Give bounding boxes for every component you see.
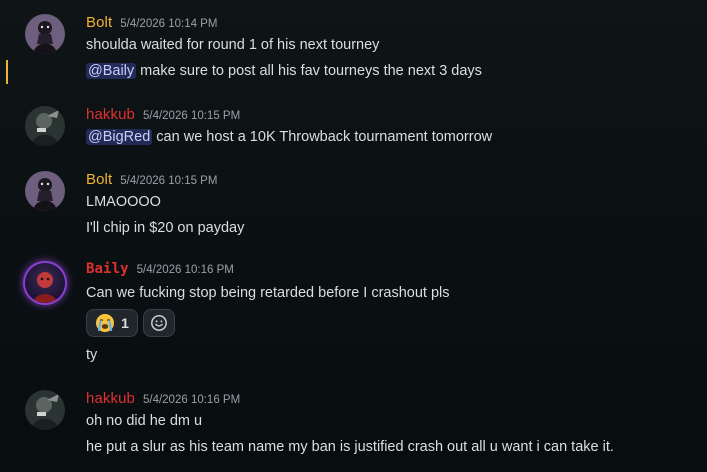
mention-highlight-bar <box>6 60 8 84</box>
timestamp[interactable]: 5/4/2026 10:16 PM <box>137 264 234 276</box>
message-text-content: he put a slur as his team name my ban is… <box>86 439 614 455</box>
reaction-crying[interactable]: 1 <box>86 309 138 337</box>
add-reaction-icon <box>150 314 168 332</box>
avatar[interactable] <box>25 14 65 54</box>
timestamp[interactable]: 5/4/2026 10:16 PM <box>143 394 240 406</box>
timestamp[interactable]: 5/4/2026 10:15 PM <box>120 175 217 187</box>
message-text: oh no did he dm u <box>86 411 202 431</box>
avatar[interactable] <box>25 106 65 146</box>
timestamp[interactable]: 5/4/2026 10:14 PM <box>120 18 217 30</box>
message-text: @Baily make sure to post all his fav tou… <box>86 61 482 81</box>
message-text-content: oh no did he dm u <box>86 413 203 429</box>
avatar[interactable] <box>25 263 65 303</box>
message-header: hakkub 5/4/2026 10:16 PM <box>86 390 240 410</box>
avatar[interactable] <box>25 390 65 430</box>
message-text-content: ty <box>86 347 98 363</box>
message-text: he put a slur as his team name my ban is… <box>86 437 614 457</box>
timestamp[interactable]: 5/4/2026 10:15 PM <box>143 110 240 122</box>
message-text: @BigRed can we host a 10K Throwback tour… <box>86 127 492 147</box>
message-text: I'll chip in $20 on payday <box>86 218 244 238</box>
message-text-content: LMAOOOO <box>86 194 161 210</box>
message-text: ty <box>86 345 97 365</box>
message-text-content: make sure to post all his fav tourneys t… <box>136 63 482 79</box>
message-text-content: shoulda waited for round 1 of his next t… <box>86 37 380 53</box>
message-header: Bolt 5/4/2026 10:14 PM <box>86 14 217 34</box>
username[interactable]: Bolt <box>86 171 112 188</box>
username[interactable]: hakkub <box>86 106 135 123</box>
add-reaction-button[interactable] <box>143 309 175 337</box>
avatar[interactable] <box>25 171 65 211</box>
message-header: hakkub 5/4/2026 10:15 PM <box>86 106 240 126</box>
message-text: shoulda waited for round 1 of his next t… <box>86 35 379 55</box>
user-mention[interactable]: @BigRed <box>86 129 153 145</box>
message-header: Bolt 5/4/2026 10:15 PM <box>86 171 217 191</box>
reaction-count: 1 <box>121 315 129 331</box>
user-mention[interactable]: @Baily <box>86 63 137 79</box>
message-text: LMAOOOO <box>86 192 161 212</box>
message-text: Can we fucking stop being retarded befor… <box>86 283 450 303</box>
username[interactable]: Baily <box>86 261 129 277</box>
username[interactable]: Bolt <box>86 14 112 31</box>
message-text-content: Can we fucking stop being retarded befor… <box>86 285 450 301</box>
message-text-content: I'll chip in $20 on payday <box>86 220 245 236</box>
message-text-content: can we host a 10K Throwback tournament t… <box>152 129 493 145</box>
message-header: Baily 5/4/2026 10:16 PM <box>86 261 234 281</box>
loudly-crying-face-icon <box>95 313 115 333</box>
username[interactable]: hakkub <box>86 390 135 407</box>
